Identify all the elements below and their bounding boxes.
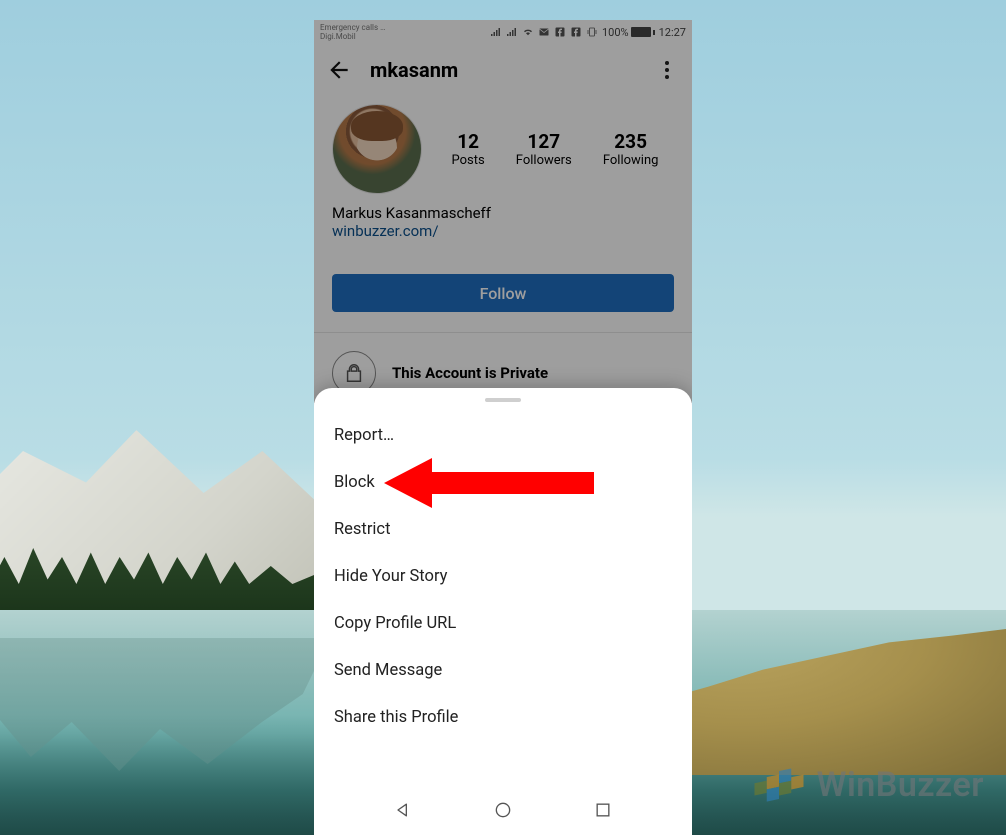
android-nav-bar xyxy=(314,785,692,835)
profile-screen-dimmed: Emergency calls … Digi.Mobil 100% 12:27 xyxy=(314,20,692,403)
options-bottom-sheet: Report… Block Restrict Hide Your Story C… xyxy=(314,388,692,835)
sheet-item-restrict[interactable]: Restrict xyxy=(314,506,692,553)
sheet-item-hide-story[interactable]: Hide Your Story xyxy=(314,553,692,600)
nav-recent-button[interactable] xyxy=(592,799,614,821)
watermark-text: WinBuzzer xyxy=(817,765,984,805)
phone-frame: Emergency calls … Digi.Mobil 100% 12:27 xyxy=(314,20,692,835)
sheet-item-copy-url[interactable]: Copy Profile URL xyxy=(314,600,692,647)
square-recent-icon xyxy=(593,800,613,820)
circle-home-icon xyxy=(493,800,513,820)
sheet-item-report[interactable]: Report… xyxy=(314,412,692,459)
modal-scrim[interactable] xyxy=(314,20,692,403)
nav-home-button[interactable] xyxy=(492,799,514,821)
winbuzzer-logo-icon xyxy=(751,757,807,813)
nav-back-button[interactable] xyxy=(392,799,414,821)
sheet-item-send-message[interactable]: Send Message xyxy=(314,647,692,694)
sheet-item-share-profile[interactable]: Share this Profile xyxy=(314,694,692,741)
triangle-back-icon xyxy=(393,800,413,820)
sheet-drag-handle[interactable] xyxy=(485,398,521,402)
sheet-item-block[interactable]: Block xyxy=(314,459,692,506)
watermark: WinBuzzer xyxy=(751,757,984,813)
